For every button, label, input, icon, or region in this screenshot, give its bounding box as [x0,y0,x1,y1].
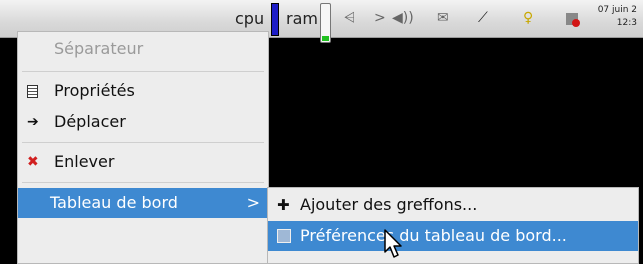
preferences-icon [277,221,291,253]
menu-item-separator: Séparateur [18,34,268,64]
plus-icon: ✚ [277,196,290,214]
panel-submenu: ✚ Ajouter des greffons... Préférences du… [267,187,639,264]
ram-monitor-label[interactable]: ram [286,9,318,28]
clock[interactable]: 07 juin 2 12:3 [598,4,637,30]
submenu-item-label: Ajouter des greffons... [300,195,478,214]
plug-icon[interactable]: ⟋ [478,10,488,26]
menu-item-remove[interactable]: ✖ Enlever [18,147,268,177]
submenu-item-label: Préférences du tableau de bord... [300,226,567,245]
clock-time: 12:3 [616,18,637,28]
menu-item-move[interactable]: ➔ Déplacer [18,107,268,137]
submenu-item-panel-preferences[interactable]: Préférences du tableau de bord... [268,221,638,251]
tray-chevron-icon[interactable]: > [374,10,386,26]
menu-divider [22,142,264,143]
bulb-icon[interactable]: ♀ [523,10,533,26]
cpu-monitor-bar[interactable] [271,3,279,36]
menu-divider [22,182,264,183]
volume-icon[interactable]: ◀)) [392,10,414,26]
remove-x-icon: ✖ [27,154,39,170]
move-arrow-icon: ➔ [27,114,39,130]
mouse-cursor-icon [384,229,402,258]
properties-icon [27,76,41,109]
menu-item-panel[interactable]: Tableau de bord > [18,188,268,218]
submenu-item-add-plugins[interactable]: ✚ Ajouter des greffons... [268,190,638,220]
panel-context-menu: Séparateur Propriétés ➔ Déplacer ✖ Enlev… [17,31,269,264]
menu-item-properties[interactable]: Propriétés [18,76,268,106]
menu-item-label: Propriétés [54,81,135,100]
clock-date: 07 juin 2 [597,5,637,15]
submenu-arrow-icon: > [246,193,260,212]
ram-monitor-bar[interactable] [320,3,331,43]
menu-item-label: Déplacer [54,112,126,131]
mail-icon[interactable]: ✉ [437,10,449,26]
menu-divider [22,71,264,72]
menu-item-label: Enlever [54,152,115,171]
menu-item-label: Séparateur [54,39,144,58]
status-indicator-icon[interactable] [566,13,580,27]
menu-item-label: Tableau de bord [50,193,178,212]
cpu-monitor-label[interactable]: cpu [235,9,264,28]
network-signal-icon[interactable]: ⩤ [344,10,355,26]
